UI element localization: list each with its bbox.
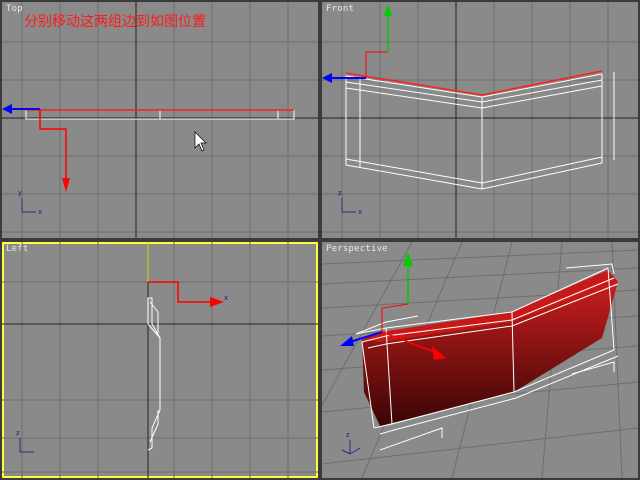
front-axis-x-label: x [358, 208, 362, 216]
viewport-front[interactable]: z x Front [322, 2, 638, 238]
left-gizmo-x-label: x [224, 294, 228, 302]
left-viewport-canvas: x z [2, 242, 318, 478]
viewport-label-top[interactable]: Top [6, 4, 23, 14]
front-viewport-canvas: z x [322, 2, 638, 238]
top-axis-x-label: x [38, 208, 42, 216]
viewport-left[interactable]: x z Left [2, 242, 318, 478]
viewport-top[interactable]: y x Top 分别移动这两组边到如图位置 [2, 2, 318, 238]
mouse-cursor-icon [194, 131, 207, 152]
viewport-label-left[interactable]: Left [6, 244, 28, 254]
top-viewport-canvas: y x [2, 2, 318, 238]
perspective-viewport-canvas: z [322, 242, 638, 478]
left-axis-z-label: z [16, 429, 20, 437]
viewport-label-front[interactable]: Front [326, 4, 354, 14]
viewport-perspective[interactable]: z Perspective [322, 242, 638, 478]
top-axis-y-label: y [18, 189, 22, 197]
instruction-annotation: 分别移动这两组边到如图位置 [24, 14, 206, 30]
viewport-label-perspective[interactable]: Perspective [326, 244, 388, 254]
front-axis-z-label: z [338, 189, 342, 197]
persp-axis-z-label: z [346, 431, 350, 439]
